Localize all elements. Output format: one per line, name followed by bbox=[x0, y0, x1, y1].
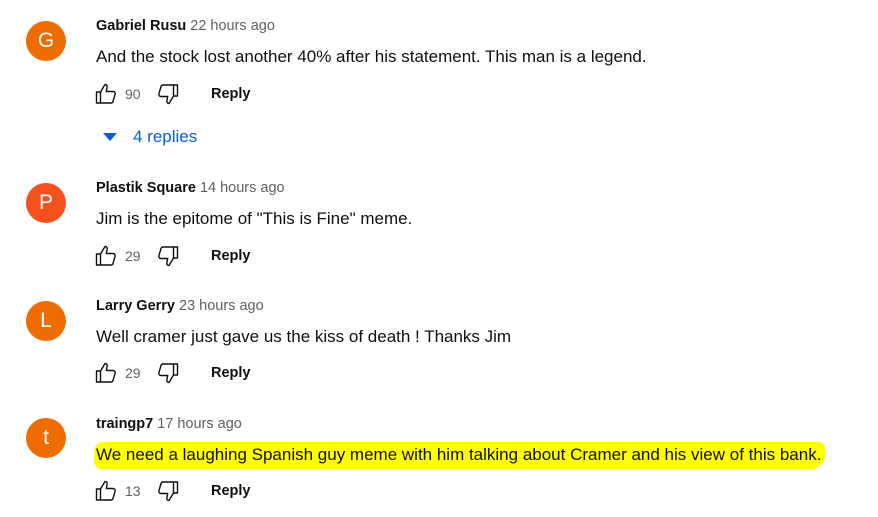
thumbs-down-icon bbox=[158, 246, 179, 267]
comment-header: Plastik Square 14 hours ago bbox=[96, 180, 285, 196]
thumbs-up-icon bbox=[95, 83, 116, 104]
like-count: 13 bbox=[125, 483, 141, 499]
avatar[interactable]: G bbox=[26, 21, 66, 61]
like-button[interactable] bbox=[93, 360, 119, 386]
like-count: 29 bbox=[125, 365, 141, 381]
author-name[interactable]: Gabriel Rusu bbox=[96, 18, 186, 34]
replies-label: 4 replies bbox=[133, 127, 198, 146]
comment-actions: 29 Reply bbox=[93, 360, 251, 386]
view-replies-button[interactable]: 4 replies bbox=[103, 127, 197, 147]
comment-text: We need a laughing Spanish guy meme with… bbox=[94, 442, 826, 469]
avatar[interactable]: L bbox=[26, 301, 66, 341]
like-button[interactable] bbox=[93, 81, 119, 107]
comment-header: Gabriel Rusu 22 hours ago bbox=[96, 18, 275, 34]
comment-header: traingp7 17 hours ago bbox=[96, 416, 242, 432]
thumbs-up-icon bbox=[95, 245, 116, 266]
comment-actions: 90 Reply bbox=[93, 81, 251, 107]
caret-down-icon bbox=[103, 133, 117, 141]
like-count: 29 bbox=[125, 248, 141, 264]
comment-time[interactable]: 17 hours ago bbox=[157, 416, 242, 432]
like-button[interactable] bbox=[93, 478, 119, 504]
reply-button[interactable]: Reply bbox=[211, 365, 251, 381]
like-button[interactable] bbox=[93, 243, 119, 269]
text-highlight: We need a laughing Spanish guy meme with… bbox=[94, 442, 826, 469]
author-name[interactable]: Larry Gerry bbox=[96, 298, 175, 314]
thumbs-down-icon bbox=[158, 363, 179, 384]
comment-time[interactable]: 22 hours ago bbox=[190, 18, 275, 34]
comment-text: Jim is the epitome of "This is Fine" mem… bbox=[96, 209, 413, 228]
comment-actions: 13 Reply bbox=[93, 478, 251, 504]
comment-actions: 29 Reply bbox=[93, 243, 251, 269]
thumbs-down-icon bbox=[158, 84, 179, 105]
comment-time[interactable]: 23 hours ago bbox=[179, 298, 264, 314]
dislike-button[interactable] bbox=[155, 81, 181, 107]
comment-text: Well cramer just gave us the kiss of dea… bbox=[96, 327, 512, 346]
author-name[interactable]: traingp7 bbox=[96, 416, 153, 432]
thumbs-down-icon bbox=[158, 481, 179, 502]
reply-button[interactable]: Reply bbox=[211, 483, 251, 499]
avatar[interactable]: t bbox=[26, 418, 66, 458]
dislike-button[interactable] bbox=[155, 243, 181, 269]
comment-text: And the stock lost another 40% after his… bbox=[96, 47, 647, 66]
comment-time[interactable]: 14 hours ago bbox=[200, 180, 285, 196]
thumbs-up-icon bbox=[95, 362, 116, 383]
reply-button[interactable]: Reply bbox=[211, 248, 251, 264]
avatar[interactable]: P bbox=[26, 183, 66, 223]
reply-button[interactable]: Reply bbox=[211, 86, 251, 102]
thumbs-up-icon bbox=[95, 480, 116, 501]
dislike-button[interactable] bbox=[155, 478, 181, 504]
like-count: 90 bbox=[125, 86, 141, 102]
author-name[interactable]: Plastik Square bbox=[96, 180, 196, 196]
dislike-button[interactable] bbox=[155, 360, 181, 386]
comment-header: Larry Gerry 23 hours ago bbox=[96, 298, 264, 314]
